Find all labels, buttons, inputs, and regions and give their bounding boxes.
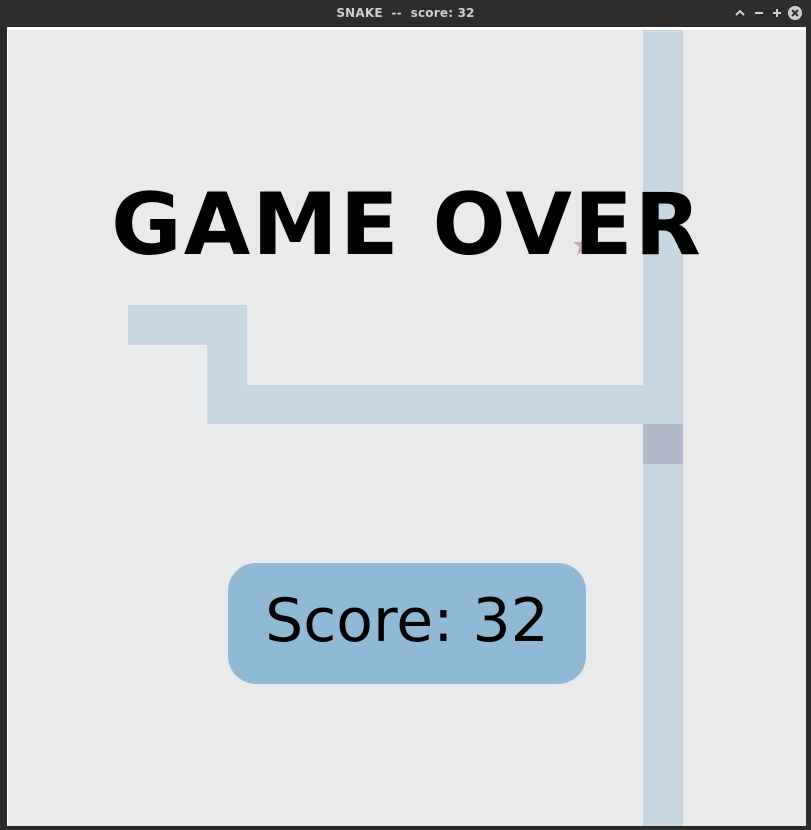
close-icon[interactable] [788,6,802,20]
window-title: SNAKE -- score: 32 [336,6,475,20]
maximize-icon[interactable] [769,5,785,21]
chevron-up-icon[interactable] [732,5,748,21]
game-over-text: GAME OVER [111,175,703,275]
game-window: SNAKE -- score: 32 GAME OVER Score: 32 [0,0,811,830]
snake-head [643,424,683,464]
playfield: GAME OVER Score: 32 [8,30,806,826]
snake-segment [643,464,683,826]
title-bar[interactable]: SNAKE -- score: 32 [0,0,811,27]
minimize-icon[interactable] [751,5,767,21]
game-board[interactable]: GAME OVER Score: 32 [7,27,806,826]
score-label: Score: 32 [265,586,549,656]
snake-segment [207,385,683,424]
score-box: Score: 32 [228,563,586,684]
